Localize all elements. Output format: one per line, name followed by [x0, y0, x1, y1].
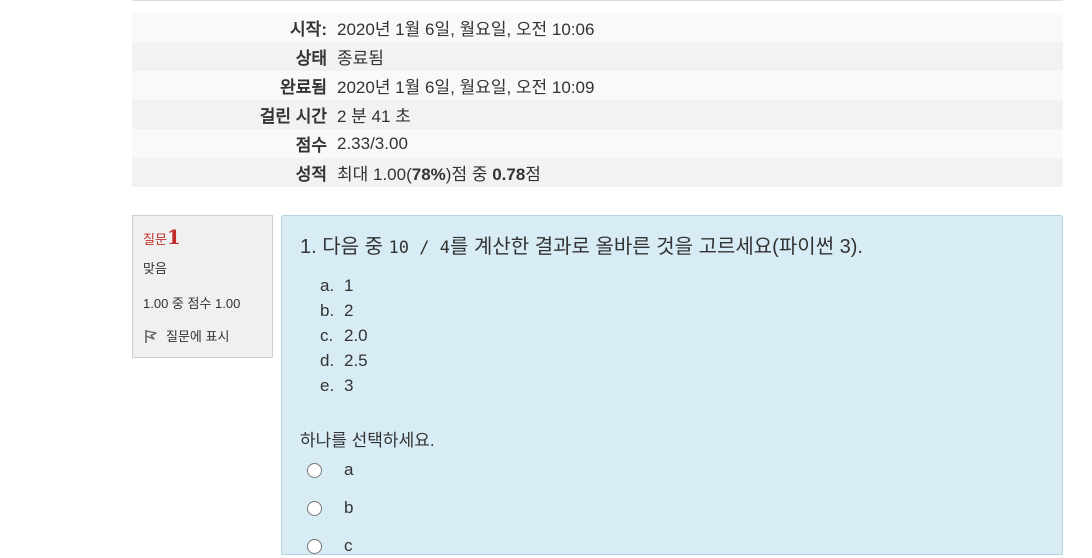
question-number-value: 1: [166, 225, 181, 249]
question-text: 1. 다음 중 10 / 4를 계산한 결과로 올바른 것을 고르세요(파이썬 …: [300, 230, 863, 259]
summary-label: 점수: [295, 136, 327, 155]
summary-value: 2 분 41 초: [337, 107, 411, 126]
select-one-prompt: 하나를 선택하세요.: [300, 431, 435, 450]
radio-button[interactable]: [307, 500, 322, 516]
summary-row-completed: 완료됨 2020년 1월 6일, 월요일, 오전 10:09: [132, 71, 1063, 100]
question-state: 맞음: [143, 261, 167, 276]
answer-choices-list: a. 1 b. 2 c. 2.0 d. 2.5 e. 3: [320, 273, 368, 398]
grade-suffix: 점: [525, 165, 541, 184]
option-label: a: [344, 460, 354, 479]
flag-question-link[interactable]: 질문에 표시: [143, 326, 262, 345]
question-content: 1. 다음 중 10 / 4를 계산한 결과로 올바른 것을 고르세요(파이썬 …: [281, 215, 1063, 555]
summary-grade-value: 최대 1.00(78%)점 중 0.78점: [337, 158, 1063, 187]
question-grade: 1.00 중 점수 1.00: [143, 296, 241, 311]
summary-value: 2.33/3.00: [337, 133, 408, 153]
option-label: b: [344, 498, 354, 517]
choice-text: 2.5: [344, 351, 368, 370]
question-text-suffix: 를 계산한 결과로 올바른 것을 고르세요(파이썬 3).: [449, 236, 863, 258]
option-label: c: [344, 536, 353, 555]
flag-question-label: 질문에 표시: [166, 329, 230, 344]
radio-button[interactable]: [307, 462, 322, 478]
answer-option-c[interactable]: c: [307, 534, 353, 558]
grade-score: 0.78: [492, 165, 526, 184]
summary-label: 상태: [295, 49, 327, 68]
question-info-panel: 질문1 맞음 1.00 중 점수 1.00 질문에 표시: [132, 215, 273, 358]
choice-text: 2: [344, 301, 354, 320]
choice-letter: c.: [320, 326, 334, 345]
summary-label: 시작:: [290, 20, 327, 39]
answer-option-a[interactable]: a: [307, 458, 353, 482]
summary-label: 걸린 시간: [259, 107, 327, 126]
summary-row-started: 시작: 2020년 1월 6일, 월요일, 오전 10:06: [132, 13, 1063, 42]
choice-letter: e.: [320, 376, 335, 395]
summary-row-marks: 점수 2.33/3.00: [132, 129, 1063, 158]
choice-item: c. 2.0: [320, 323, 368, 348]
grade-prefix: 최대 1.00(: [337, 165, 412, 184]
grade-middle: )점 중: [445, 165, 493, 184]
choice-item: a. 1: [320, 273, 368, 298]
attempt-summary-table: 시작: 2020년 1월 6일, 월요일, 오전 10:06 상태 종료됨 완료…: [132, 13, 1063, 187]
flag-icon: [143, 328, 159, 344]
choice-letter: a.: [320, 276, 335, 295]
summary-row-grade: 성적 최대 1.00(78%)점 중 0.78점: [132, 158, 1063, 187]
choice-letter: d.: [320, 351, 335, 370]
summary-label: 성적: [295, 165, 327, 184]
answer-option-b[interactable]: b: [307, 496, 353, 520]
question-number-label: 질문: [143, 232, 167, 247]
question-text-prefix: 1. 다음 중: [300, 236, 389, 258]
summary-row-time-taken: 걸린 시간 2 분 41 초: [132, 100, 1063, 129]
choice-text: 1: [344, 276, 354, 295]
top-divider: [132, 0, 1063, 1]
choice-item: e. 3: [320, 373, 368, 398]
choice-letter: b.: [320, 301, 335, 320]
summary-label: 완료됨: [280, 78, 327, 97]
question-code: 10 / 4: [388, 238, 450, 258]
choice-text: 3: [344, 376, 354, 395]
choice-text: 2.0: [344, 326, 368, 345]
summary-row-state: 상태 종료됨: [132, 42, 1063, 71]
summary-value: 2020년 1월 6일, 월요일, 오전 10:09: [337, 78, 595, 97]
summary-value: 2020년 1월 6일, 월요일, 오전 10:06: [337, 20, 595, 39]
radio-button[interactable]: [307, 538, 322, 554]
question-number: 질문1: [143, 226, 262, 251]
summary-value: 종료됨: [337, 49, 384, 68]
choice-item: d. 2.5: [320, 348, 368, 373]
grade-percent: 78%: [411, 165, 446, 184]
choice-item: b. 2: [320, 298, 368, 323]
